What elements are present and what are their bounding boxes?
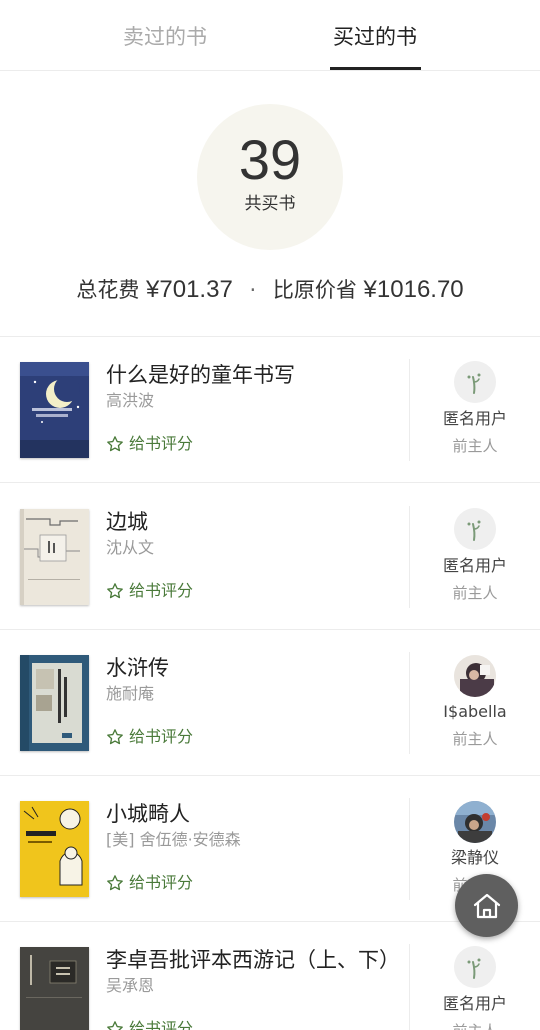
purchase-count: 39	[238, 128, 302, 191]
star-outline-icon	[107, 1021, 123, 1030]
rate-book-label: 给书评分	[129, 434, 194, 453]
active-tab-indicator	[330, 67, 421, 70]
book-author: 高洪波	[106, 391, 155, 410]
book-title: 小城畸人	[106, 802, 190, 826]
rate-book-label: 给书评分	[129, 1019, 194, 1030]
owner-name: 匿名用户	[442, 556, 507, 575]
star-outline-icon	[107, 436, 123, 452]
tab-sold-books[interactable]: 卖过的书	[118, 22, 212, 52]
book-row[interactable]: 边城 沈从文 给书评分 匿名用户 前主人	[0, 484, 540, 630]
home-button[interactable]	[455, 874, 518, 937]
book-cover	[20, 947, 89, 1030]
owner-role: 前主人	[410, 1020, 540, 1030]
rate-book-button[interactable]: 给书评分	[106, 872, 193, 894]
owner-role: 前主人	[452, 730, 498, 748]
savings-label: 比原价省	[272, 278, 357, 302]
owner-name: I$abella	[443, 702, 507, 721]
star-outline-icon	[107, 875, 123, 891]
book-row[interactable]: 什么是好的童年书写 高洪波 给书评分 匿名用户 前主人	[0, 337, 540, 483]
purchase-count-circle: 39 共买书	[197, 104, 343, 250]
owner-photo-avatar[interactable]	[454, 655, 496, 697]
rate-book-label: 给书评分	[129, 873, 194, 892]
star-outline-icon	[107, 729, 123, 745]
owner-name: 梁静仪	[450, 848, 499, 867]
rate-book-button[interactable]: 给书评分	[106, 580, 193, 602]
home-icon	[473, 893, 500, 918]
book-title: 李卓吾批评本西游记（上、下）	[106, 948, 400, 972]
owner-name: 匿名用户	[442, 994, 507, 1013]
book-cover	[20, 509, 89, 605]
book-author: 施耐庵	[106, 684, 155, 703]
purchase-count-label: 共买书	[244, 194, 296, 214]
book-author: 吴承恩	[106, 976, 155, 995]
star-outline-icon	[107, 583, 123, 599]
book-cover	[20, 655, 89, 751]
book-cover	[20, 801, 89, 897]
total-spent-value: ¥701.37	[146, 276, 233, 303]
book-author: [美] 舍伍德·安德森	[106, 830, 241, 849]
book-author: 沈从文	[106, 538, 155, 557]
savings-value: ¥1016.70	[363, 276, 464, 303]
owner-photo-avatar[interactable]	[454, 801, 496, 843]
book-row[interactable]: 水浒传 施耐庵 给书评分 I$abella 前主人	[0, 630, 540, 776]
spending-summary: 总花费 ¥701.37 · 比原价省 ¥1016.70	[0, 274, 540, 306]
book-title: 水浒传	[106, 656, 169, 680]
owner-name: 匿名用户	[442, 409, 507, 428]
book-row[interactable]: 李卓吾批评本西游记（上、下） 吴承恩 给书评分 匿名用户 前主人	[0, 922, 540, 1030]
rate-book-button[interactable]: 给书评分	[106, 726, 193, 748]
owner-role: 前主人	[452, 437, 498, 455]
book-title: 什么是好的童年书写	[106, 363, 295, 387]
anonymous-avatar-icon[interactable]	[454, 508, 496, 550]
owner-divider	[409, 944, 410, 1030]
anonymous-avatar-icon[interactable]	[454, 361, 496, 403]
tab-bar: 卖过的书 买过的书	[0, 0, 540, 71]
total-spent-label: 总花费	[76, 278, 140, 302]
summary-separator: ·	[249, 278, 257, 302]
rate-book-button[interactable]: 给书评分	[106, 1018, 193, 1030]
rate-book-label: 给书评分	[129, 581, 194, 600]
owner-role: 前主人	[452, 584, 498, 602]
tab-bought-books[interactable]: 买过的书	[328, 22, 422, 52]
rate-book-button[interactable]: 给书评分	[106, 433, 193, 455]
book-title: 边城	[106, 510, 148, 534]
anonymous-avatar-icon[interactable]	[454, 946, 496, 988]
rate-book-label: 给书评分	[129, 727, 194, 746]
book-cover	[20, 362, 89, 458]
